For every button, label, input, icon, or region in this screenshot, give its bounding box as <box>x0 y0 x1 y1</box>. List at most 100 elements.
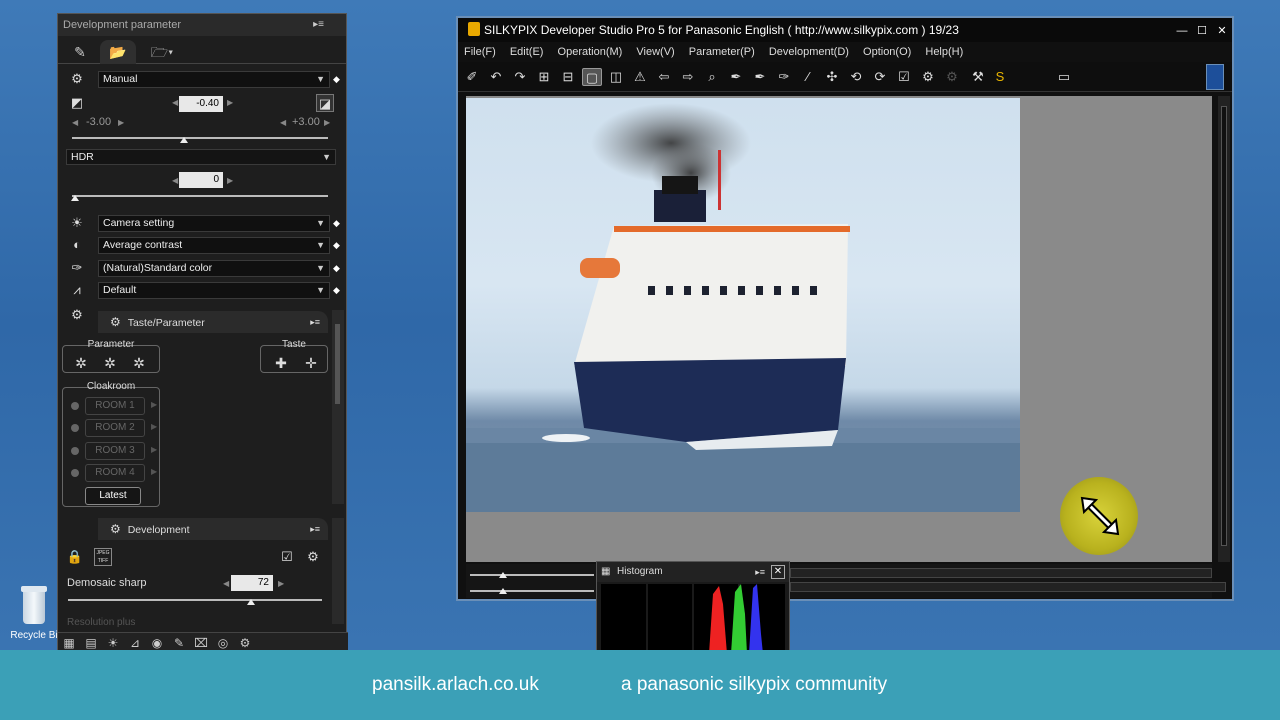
contrast-icon[interactable]: ◐ <box>68 236 86 254</box>
room-3-button[interactable]: ROOM 3 <box>85 442 145 460</box>
filmstrip-scrollbar[interactable] <box>790 582 1226 592</box>
menu-option[interactable]: Option(O) <box>863 46 911 58</box>
thumbnail-view-icon[interactable]: ⊞ <box>534 68 554 86</box>
undo-icon[interactable]: ↶ <box>486 68 506 86</box>
close-icon[interactable]: ✕ <box>771 565 785 579</box>
brush-icon[interactable]: ⁄ <box>798 68 818 86</box>
latest-button[interactable]: Latest <box>85 487 141 505</box>
menu-help[interactable]: Help(H) <box>925 46 963 58</box>
hdr-slider-thumb[interactable] <box>71 195 79 201</box>
color-select[interactable]: (Natural)Standard color ▼ <box>98 260 330 277</box>
sun-icon[interactable]: ☀ <box>68 214 86 232</box>
color-dropper-icon[interactable]: ✑ <box>68 259 86 277</box>
develop-icon[interactable]: ⚙ <box>918 68 938 86</box>
development-scrollbar[interactable] <box>332 518 344 624</box>
tone-curve-icon[interactable]: ⩘ <box>68 281 86 299</box>
white-balance-select[interactable]: Camera setting ▼ <box>98 215 330 232</box>
menu-operation[interactable]: Operation(M) <box>558 46 623 58</box>
compare-view-icon[interactable]: ◫ <box>606 68 626 86</box>
brightness-slider[interactable] <box>470 590 594 592</box>
prev-image-icon[interactable]: ⇦ <box>654 68 674 86</box>
parameter-preset-2-icon[interactable]: ✲ <box>98 354 122 372</box>
zoom-slider-thumb[interactable] <box>499 572 507 578</box>
contrast-plus-icon[interactable]: ◆ <box>333 240 340 251</box>
exposure-slider-thumb[interactable] <box>180 137 188 143</box>
white-balance-picker-icon[interactable]: ✒ <box>726 68 746 86</box>
max-decrease-icon[interactable]: ◀ <box>280 118 286 127</box>
min-decrease-icon[interactable]: ◀ <box>72 118 78 127</box>
taste-apply-icon[interactable]: ✛ <box>299 354 323 372</box>
spot-removal-icon[interactable]: ✣ <box>822 68 842 86</box>
brightness-slider-thumb[interactable] <box>499 588 507 594</box>
settings-copy-icon[interactable]: ⚙ <box>304 548 322 566</box>
hdr-decrease-icon[interactable]: ◀ <box>172 176 178 185</box>
exposure-slider[interactable] <box>72 137 328 139</box>
recycle-bin[interactable]: Recycle Bi <box>6 586 62 641</box>
parameter-preset-1-icon[interactable]: ✲ <box>69 354 93 372</box>
demosaic-value-field[interactable]: 72 <box>231 575 273 591</box>
silkypix-icon[interactable]: S <box>990 68 1010 86</box>
tab-parameters-icon[interactable]: ✎ <box>62 40 98 64</box>
menu-parameter[interactable]: Parameter(P) <box>689 46 755 58</box>
room-2-button[interactable]: ROOM 2 <box>85 419 145 437</box>
taste-parameter-section-header[interactable]: ⚙ Taste/Parameter ▸≡ <box>98 311 328 333</box>
tab-folder-icon[interactable]: 📂 <box>100 40 136 64</box>
development-section-header[interactable]: ⚙ Development ▸≡ <box>98 518 328 540</box>
hammer-icon[interactable]: ⚒ <box>968 68 988 86</box>
minimize-icon[interactable]: — <box>1172 19 1192 43</box>
taste-add-icon[interactable]: ✚ <box>269 354 293 372</box>
warning-icon[interactable]: ⚠ <box>630 68 650 86</box>
rotate-left-icon[interactable]: ⟲ <box>846 68 866 86</box>
next-image-icon[interactable]: ⇨ <box>678 68 698 86</box>
menu-file[interactable]: File(F) <box>464 46 496 58</box>
contrast-select[interactable]: Average contrast ▼ <box>98 237 330 254</box>
decrease-arrow-icon[interactable]: ◀ <box>172 98 178 107</box>
dropper-icon[interactable]: ✑ <box>774 68 794 86</box>
display-icon[interactable]: ▭ <box>1054 68 1074 86</box>
color-plus-icon[interactable]: ◆ <box>333 263 340 274</box>
footer-site-link[interactable]: pansilk.arlach.co.uk <box>372 674 539 696</box>
horizontal-scrollbar[interactable] <box>790 568 1212 578</box>
hdr-slider[interactable] <box>72 195 328 197</box>
redo-icon[interactable]: ↷ <box>510 68 530 86</box>
section-menu-icon[interactable]: ▸≡ <box>310 311 320 333</box>
demosaic-decrease-icon[interactable]: ◀ <box>223 579 229 588</box>
hdr-section-header[interactable]: HDR ▼ <box>66 149 336 165</box>
zoom-slider[interactable] <box>470 574 594 576</box>
exposure-value-field[interactable]: -0.40 <box>179 96 223 112</box>
parameter-preset-3-icon[interactable]: ✲ <box>127 354 151 372</box>
menu-view[interactable]: View(V) <box>636 46 674 58</box>
rotate-right-icon[interactable]: ⟳ <box>870 68 890 86</box>
tone-plus-icon[interactable]: ◆ <box>333 285 340 296</box>
panel-menu-icon[interactable]: ▸≡ <box>313 14 324 36</box>
exposure-mode-select[interactable]: Manual ▼ <box>98 71 330 88</box>
demosaic-slider[interactable] <box>68 599 322 601</box>
white-balance-plus-icon[interactable]: ◆ <box>333 218 340 229</box>
menu-edit[interactable]: Edit(E) <box>510 46 544 58</box>
filmstrip-view-icon[interactable]: ⊟ <box>558 68 578 86</box>
check-icon[interactable]: ☑ <box>894 68 914 86</box>
hdr-increase-icon[interactable]: ▶ <box>227 176 233 185</box>
eraser-icon[interactable]: ✐ <box>462 68 482 86</box>
gray-picker-icon[interactable]: ✒ <box>750 68 770 86</box>
increase-arrow-icon[interactable]: ▶ <box>227 98 233 107</box>
jpeg-tiff-icon[interactable]: JPEG TIFF <box>94 548 112 566</box>
taste-scroll-thumb[interactable] <box>335 324 340 404</box>
toolbar-side-panel-toggle[interactable] <box>1206 64 1224 90</box>
zoom-icon[interactable]: ⌕ <box>702 68 722 86</box>
preview-vertical-scrollbar[interactable] <box>1218 96 1230 562</box>
maximize-icon[interactable]: ☐ <box>1192 19 1212 43</box>
histogram-menu-icon[interactable]: ▸≡ <box>755 562 765 582</box>
close-icon[interactable]: ✕ <box>1212 19 1232 43</box>
min-increase-icon[interactable]: ▶ <box>118 118 124 127</box>
vertical-scroll-thumb[interactable] <box>1221 106 1227 546</box>
tone-select[interactable]: Default ▼ <box>98 282 330 299</box>
preview-view-icon[interactable]: ▢ <box>582 68 602 86</box>
tab-open-folder-icon[interactable]: 🗁▾ <box>144 40 180 64</box>
exposure-plus-icon[interactable]: ◆ <box>333 74 340 85</box>
section-menu-icon[interactable]: ▸≡ <box>310 518 320 540</box>
lock-icon[interactable]: 🔒 <box>66 548 84 566</box>
room-4-button[interactable]: ROOM 4 <box>85 464 145 482</box>
auto-exposure-icon[interactable]: ◪ <box>316 94 334 112</box>
room-1-button[interactable]: ROOM 1 <box>85 397 145 415</box>
